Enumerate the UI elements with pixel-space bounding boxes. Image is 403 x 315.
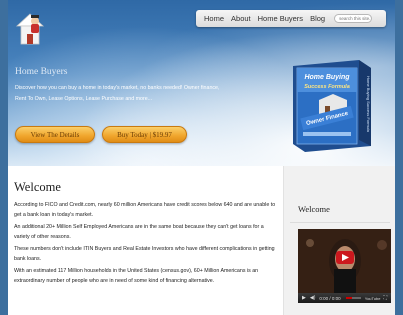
video-thumbnail[interactable]: [298, 229, 391, 293]
page-title: Welcome: [14, 180, 61, 194]
view-details-button[interactable]: View The Details: [15, 126, 95, 143]
product-title-line1: Home Buying: [304, 74, 350, 81]
logo[interactable]: [13, 10, 47, 48]
nav-home[interactable]: Home: [204, 14, 224, 23]
video-controls: ▶ ◀) 0:00 / 0:00 YouTube ⛶: [298, 293, 391, 303]
play-icon[interactable]: ▶: [302, 295, 306, 301]
paragraph-4: With an estimated 117 Million households…: [14, 268, 259, 284]
hero-banner: Home About Home Buyers Blog Home Buyers …: [8, 0, 395, 166]
sidebar-title: Welcome: [298, 204, 330, 214]
nav-blog[interactable]: Blog: [310, 14, 325, 23]
search-input[interactable]: [334, 14, 373, 23]
paragraph-3: These numbers don't include ITIN Buyers …: [14, 246, 275, 262]
play-button-icon[interactable]: [336, 251, 354, 264]
volume-icon[interactable]: ◀): [310, 295, 316, 301]
nav-bar: Home About Home Buyers Blog: [196, 10, 386, 27]
video-progress[interactable]: [345, 297, 361, 299]
fullscreen-icon[interactable]: ⛶: [383, 295, 387, 301]
video-time: 0:00 / 0:00: [319, 295, 341, 301]
sidebar-divider: [290, 222, 390, 223]
product-box-image: Home Buying Success Formula Owner Financ…: [293, 60, 371, 152]
content-area: Welcome According to FICO and Credit.com…: [8, 166, 395, 315]
video-player[interactable]: ▶ ◀) 0:00 / 0:00 YouTube ⛶: [298, 229, 391, 303]
youtube-logo[interactable]: YouTube: [365, 296, 381, 301]
product-title-line2: Success Formula: [304, 84, 350, 90]
sidebar: Welcome ▶ ◀) 0:00 / 0:00 YouTube ⛶: [283, 166, 395, 315]
video-progress-fill: [345, 297, 353, 299]
buy-today-label: Buy Today | $19.97: [117, 130, 172, 139]
main-column: Welcome According to FICO and Credit.com…: [8, 166, 283, 315]
nav-about[interactable]: About: [231, 14, 251, 23]
hero-title: Home Buyers: [15, 67, 68, 77]
paragraph-1: According to FICO and Credit.com, nearly…: [14, 202, 276, 218]
buy-today-button[interactable]: Buy Today | $19.97: [102, 126, 187, 143]
hero-description: Discover how you can buy a home in today…: [15, 85, 220, 102]
view-details-label: View The Details: [30, 130, 80, 139]
paragraph-2: An additional 20+ Million Self Employed …: [14, 224, 264, 240]
nav-home-buyers[interactable]: Home Buyers: [258, 14, 303, 23]
product-side-text: Home Buying Success Formula: [366, 76, 371, 133]
